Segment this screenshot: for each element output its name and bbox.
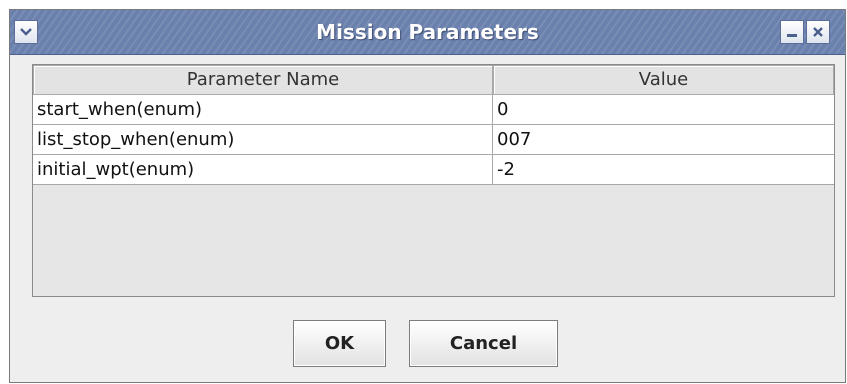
parameter-name-cell[interactable]: list_stop_when(enum) bbox=[33, 125, 493, 155]
column-header-parameter-name[interactable]: Parameter Name bbox=[33, 65, 493, 95]
close-button[interactable] bbox=[806, 20, 830, 44]
parameter-value-cell[interactable]: -2 bbox=[493, 155, 834, 185]
table-row[interactable]: initial_wpt(enum) -2 bbox=[33, 155, 834, 185]
window-title: Mission Parameters bbox=[316, 20, 539, 44]
table-row[interactable]: start_when(enum) 0 bbox=[33, 95, 834, 125]
parameter-name-cell[interactable]: start_when(enum) bbox=[33, 95, 493, 125]
title-bar[interactable]: Mission Parameters bbox=[10, 10, 845, 55]
parameters-table: Parameter Name Value start_when(enum) 0 … bbox=[32, 64, 835, 297]
minimize-button[interactable] bbox=[780, 20, 804, 44]
mission-parameters-dialog: Mission Parameters Parameter Name Value … bbox=[9, 9, 846, 383]
close-icon bbox=[813, 27, 823, 37]
parameter-value-cell[interactable]: 0 bbox=[493, 95, 834, 125]
minimize-icon bbox=[787, 34, 797, 37]
window-menu-button[interactable] bbox=[14, 20, 38, 44]
cancel-button[interactable]: Cancel bbox=[409, 320, 558, 367]
chevron-down-icon bbox=[20, 28, 32, 36]
parameter-name-cell[interactable]: initial_wpt(enum) bbox=[33, 155, 493, 185]
table-row[interactable]: list_stop_when(enum) 007 bbox=[33, 125, 834, 155]
parameter-value-cell[interactable]: 007 bbox=[493, 125, 834, 155]
ok-button[interactable]: OK bbox=[293, 320, 386, 367]
table-header: Parameter Name Value bbox=[33, 65, 834, 95]
column-header-value[interactable]: Value bbox=[493, 65, 834, 95]
